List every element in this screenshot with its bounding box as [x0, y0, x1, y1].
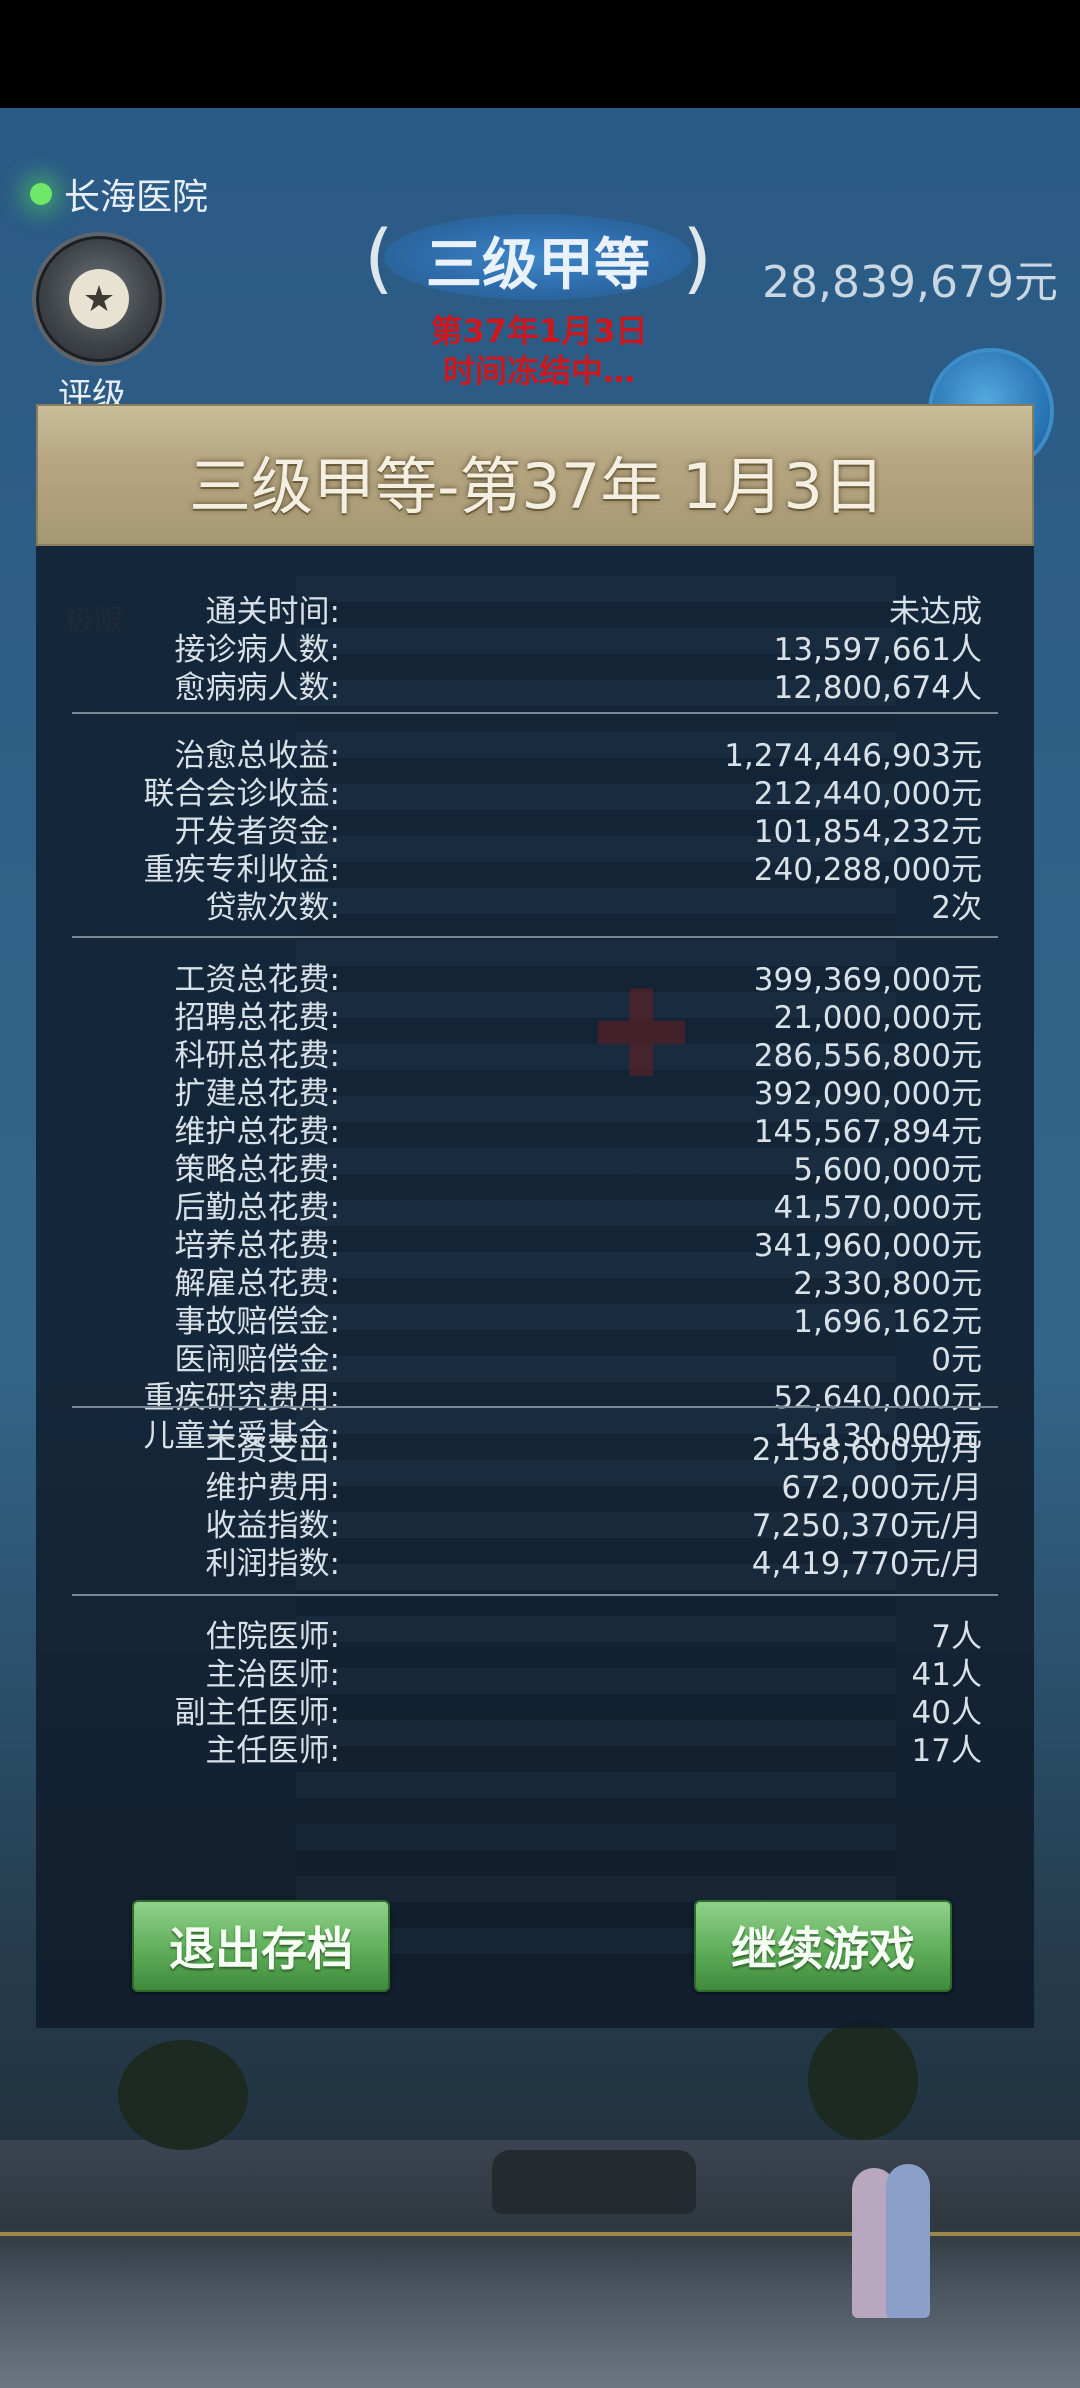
- rating-button[interactable]: ★: [32, 232, 166, 366]
- stat-value: 4,419,770元/月: [751, 1546, 982, 1582]
- section-divider: [72, 936, 998, 938]
- section-divider: [72, 1594, 998, 1596]
- stat-row: 科研总花费: 286,556,800元: [36, 1030, 1034, 1074]
- stat-label: 贷款次数:: [205, 890, 340, 926]
- stat-row: 医闹赔偿金: 0元: [36, 1334, 1034, 1378]
- continue-game-button[interactable]: 继续游戏: [694, 1900, 952, 1992]
- stat-row: 培养总花费: 341,960,000元: [36, 1220, 1034, 1264]
- stat-row: 贷款次数: 2次: [36, 882, 1034, 926]
- stat-row: 开发者资金: 101,854,232元: [36, 806, 1034, 850]
- game-screen: 长海医院 ★ 评级 ( ) 三级甲等 第37年1月3日 时间冻结中… 28,83…: [0, 0, 1080, 2388]
- stat-row: 重疾研究费用: 52,640,000元: [36, 1372, 1034, 1416]
- stat-row: 收益指数: 7,250,370元/月: [36, 1500, 1034, 1544]
- stat-row: 维护费用: 672,000元/月: [36, 1462, 1034, 1506]
- rank-title: 三级甲等: [426, 233, 650, 298]
- tree-decoration: [118, 2040, 248, 2150]
- hospital-name: 长海医院: [30, 168, 208, 220]
- stat-row: 主治医师: 41人: [36, 1649, 1034, 1693]
- tree-decoration: [808, 2020, 918, 2140]
- stat-row: 策略总花费: 5,600,000元: [36, 1144, 1034, 1188]
- online-indicator-icon: [30, 183, 52, 205]
- hospital-name-text: 长海医院: [64, 177, 209, 218]
- stat-value: 2次: [931, 890, 982, 926]
- time-status: 时间冻结中…: [442, 352, 635, 390]
- continue-game-label: 继续游戏: [731, 1922, 915, 1976]
- section-divider: [72, 1406, 998, 1408]
- stat-row: 主任医师: 17人: [36, 1725, 1034, 1769]
- section-divider: [72, 712, 998, 714]
- panel-body: ✚ 通关时间: 未达成 接诊病人数: 13,597,661人 愈病病人数: 12,800,…: [36, 546, 1034, 2028]
- stat-value: 17人: [911, 1733, 982, 1769]
- stat-row: 重疾专利收益: 240,288,000元: [36, 844, 1034, 888]
- stat-row: 工资总花费: 399,369,000元: [36, 954, 1034, 998]
- stat-row: 通关时间: 未达成: [36, 586, 1034, 630]
- exit-save-label: 退出存档: [169, 1922, 353, 1976]
- stat-row: 利润指数: 4,419,770元/月: [36, 1538, 1034, 1582]
- stat-row: 治愈总收益: 1,274,446,903元: [36, 730, 1034, 774]
- stat-row: 联合会诊收益: 212,440,000元: [36, 768, 1034, 812]
- stat-row: 维护总花费: 145,567,894元: [36, 1106, 1034, 1150]
- stat-value: 12,800,674人: [773, 670, 983, 706]
- stat-row: 解雇总花费: 2,330,800元: [36, 1258, 1034, 1302]
- stat-label: 利润指数:: [205, 1546, 340, 1582]
- stat-row: 招聘总花费: 21,000,000元: [36, 992, 1034, 1036]
- stat-row: 后勤总花费: 41,570,000元: [36, 1182, 1034, 1226]
- exit-save-button[interactable]: 退出存档: [132, 1900, 390, 1992]
- status-bar: [0, 0, 1080, 108]
- stat-label: 愈病病人数:: [174, 670, 340, 706]
- panel-title: 三级甲等-第37年 1月3日: [189, 450, 885, 523]
- stat-row: 事故赔偿金: 1,696,162元: [36, 1296, 1034, 1340]
- stat-row: 接诊病人数: 13,597,661人: [36, 624, 1034, 668]
- stats-panel: 三级甲等-第37年 1月3日 ✚ 通关时间: 未达成 接诊病人数: 13,597,66…: [36, 404, 1034, 2028]
- rank-banner: ( ) 三级甲等: [364, 210, 712, 304]
- medal-icon: ★: [69, 269, 129, 329]
- money-display: 28,839,679元: [762, 257, 1058, 308]
- stat-row: 副主任医师: 40人: [36, 1687, 1034, 1731]
- car-decoration: [492, 2150, 696, 2214]
- pedestrian-decoration: [886, 2164, 930, 2318]
- panel-header: 三级甲等-第37年 1月3日: [36, 404, 1034, 546]
- stat-row: 工资支出: 2,158,600元/月: [36, 1424, 1034, 1468]
- stat-label: 主任医师:: [205, 1733, 340, 1769]
- stat-row: 住院医师: 7人: [36, 1611, 1034, 1655]
- stat-row: 愈病病人数: 12,800,674人: [36, 662, 1034, 706]
- stat-row: 扩建总花费: 392,090,000元: [36, 1068, 1034, 1112]
